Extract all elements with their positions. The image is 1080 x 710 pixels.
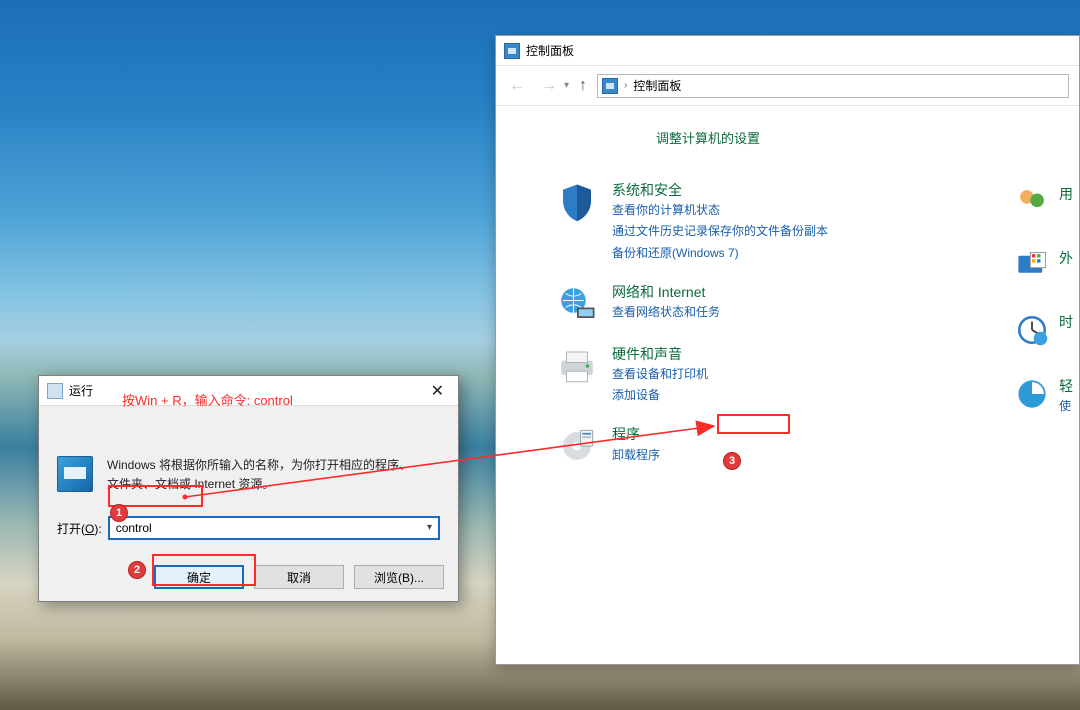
control-panel-body: 调整计算机的设置 系统和安全 查看你的计算机状态 通过文件历史记录保存你的文件备… [496,106,1079,664]
category-link[interactable]: 备份和还原(Windows 7) [612,244,828,263]
globe-icon [556,283,598,325]
uninstall-program-link[interactable]: 卸载程序 [612,446,660,465]
run-dialog-program-icon [57,456,93,492]
annotation-step-3: 3 [723,452,741,470]
nav-forward-icon[interactable]: → [538,75,560,97]
address-bar-chevron-icon: › [624,80,627,91]
cancel-button[interactable]: 取消 [254,565,344,589]
nav-back-icon[interactable]: ← [506,75,528,97]
printer-icon [556,345,598,387]
close-icon[interactable]: ✕ [425,381,450,401]
category-link[interactable]: 查看你的计算机状态 [612,201,828,220]
category-title[interactable]: 时 [1059,313,1073,331]
browse-button[interactable]: 浏览(B)... [354,565,444,589]
control-panel-icon [504,43,520,59]
category-title[interactable]: 用 [1059,185,1073,203]
run-open-input[interactable] [110,518,438,538]
category-list: 系统和安全 查看你的计算机状态 通过文件历史记录保存你的文件备份副本 备份和还原… [556,181,1069,467]
annotation-hint-text: 按Win + R，输入命令: control [122,390,293,409]
address-bar[interactable]: › 控制面板 [597,74,1069,98]
annotation-step-2: 2 [128,561,146,579]
annotation-step-1: 1 [110,504,128,522]
run-open-combobox[interactable]: ▾ [108,516,440,540]
control-panel-window: 控制面板 ← → ▾ ↑ › 控制面板 调整计算机的设置 系统和安全 查看你的计… [495,35,1080,665]
run-dialog-button-row: 确定 取消 浏览(B)... [39,553,458,601]
control-panel-title: 控制面板 [526,42,574,59]
category-system-security: 系统和安全 查看你的计算机状态 通过文件历史记录保存你的文件备份副本 备份和还原… [556,181,1069,263]
run-icon [47,383,63,399]
category-link[interactable]: 查看网络状态和任务 [612,303,720,322]
breadcrumb[interactable]: 控制面板 [633,77,681,94]
category-programs: 程序 卸载程序 [556,425,1069,467]
category-network: 网络和 Internet 查看网络状态和任务 [556,283,1069,325]
category-title[interactable]: 轻 [1059,377,1073,395]
category-link[interactable]: 通过文件历史记录保存你的文件备份副本 [612,222,828,241]
category-title[interactable]: 硬件和声音 [612,345,708,363]
run-dialog: 运行 ✕ 按Win + R，输入命令: control Windows 将根据你… [38,375,459,602]
category-title[interactable]: 网络和 Internet [612,283,720,301]
category-link[interactable]: 查看设备和打印机 [612,365,708,384]
users-icon [1015,185,1049,219]
control-panel-titlebar[interactable]: 控制面板 [496,36,1079,66]
shield-icon [556,181,598,223]
appearance-icon [1015,249,1049,283]
category-title[interactable]: 程序 [612,425,660,443]
page-title: 调整计算机的设置 [656,128,1069,147]
category-link[interactable]: 添加设备 [612,386,708,405]
category-title[interactable]: 外 [1059,249,1073,267]
category-title[interactable]: 系统和安全 [612,181,828,199]
run-dialog-description: Windows 将根据你所输入的名称，为你打开相应的程序、文件夹、文档或 Int… [107,456,417,494]
address-bar-icon [602,78,618,94]
category-link[interactable]: 使 [1059,397,1073,416]
ok-button[interactable]: 确定 [154,565,244,589]
nav-history-chevron-icon[interactable]: ▾ [564,80,569,91]
ease-of-access-icon [1015,377,1049,411]
programs-icon [556,425,598,467]
run-open-label: 打开(O): [57,520,102,537]
control-panel-navbar: ← → ▾ ↑ › 控制面板 [496,66,1079,106]
clock-icon [1015,313,1049,347]
control-panel-right-column: 用 外 时 轻 使 [1015,185,1073,416]
run-dialog-title: 运行 [69,382,93,399]
category-hardware-sound: 硬件和声音 查看设备和打印机 添加设备 [556,345,1069,406]
nav-up-icon[interactable]: ↑ [579,77,587,95]
